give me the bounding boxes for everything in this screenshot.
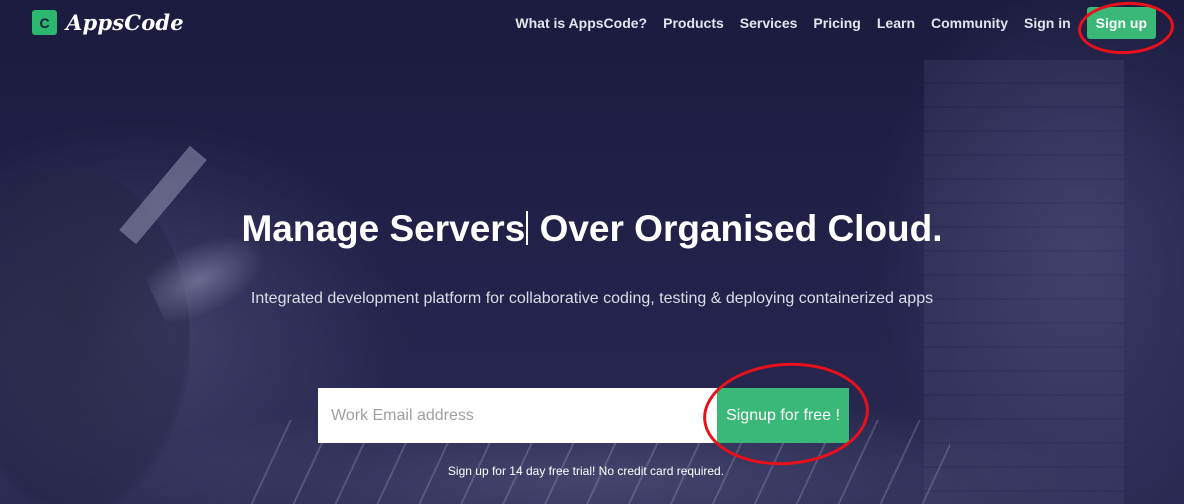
background-pillar <box>924 60 1124 504</box>
free-trial-note: Sign up for 14 day free trial! No credit… <box>447 464 725 478</box>
nav-link-learn[interactable]: Learn <box>877 7 915 39</box>
nav-link-pricing[interactable]: Pricing <box>813 7 860 39</box>
typing-cursor <box>526 211 529 245</box>
hero-title-rotating-word: Manage Servers <box>241 208 526 249</box>
appscode-logo-icon: C <box>32 10 57 35</box>
nav-signup-button[interactable]: Sign up <box>1086 7 1156 39</box>
nav-link-what-is-appscode[interactable]: What is AppsCode? <box>515 7 647 39</box>
signup-for-free-button[interactable]: Signup for free ! <box>717 388 849 443</box>
signup-form: Signup for free ! <box>318 388 849 443</box>
top-navbar: C AppsCode What is AppsCode? Products Se… <box>0 0 1184 46</box>
hero-title-tail: Over Organised Cloud. <box>539 208 943 249</box>
brand-name: AppsCode <box>66 10 184 35</box>
nav-link-sign-in[interactable]: Sign in <box>1024 7 1071 39</box>
work-email-input[interactable] <box>318 388 717 443</box>
nav-links: What is AppsCode? Products Services Pric… <box>499 7 1156 39</box>
hero-subtitle: Integrated development platform for coll… <box>250 290 934 307</box>
nav-link-services[interactable]: Services <box>740 7 798 39</box>
brand-logo-link[interactable]: C AppsCode <box>32 10 184 35</box>
nav-link-products[interactable]: Products <box>663 7 724 39</box>
nav-link-community[interactable]: Community <box>931 7 1008 39</box>
hero-title: Manage Servers Over Organised Cloud. <box>0 208 1184 250</box>
